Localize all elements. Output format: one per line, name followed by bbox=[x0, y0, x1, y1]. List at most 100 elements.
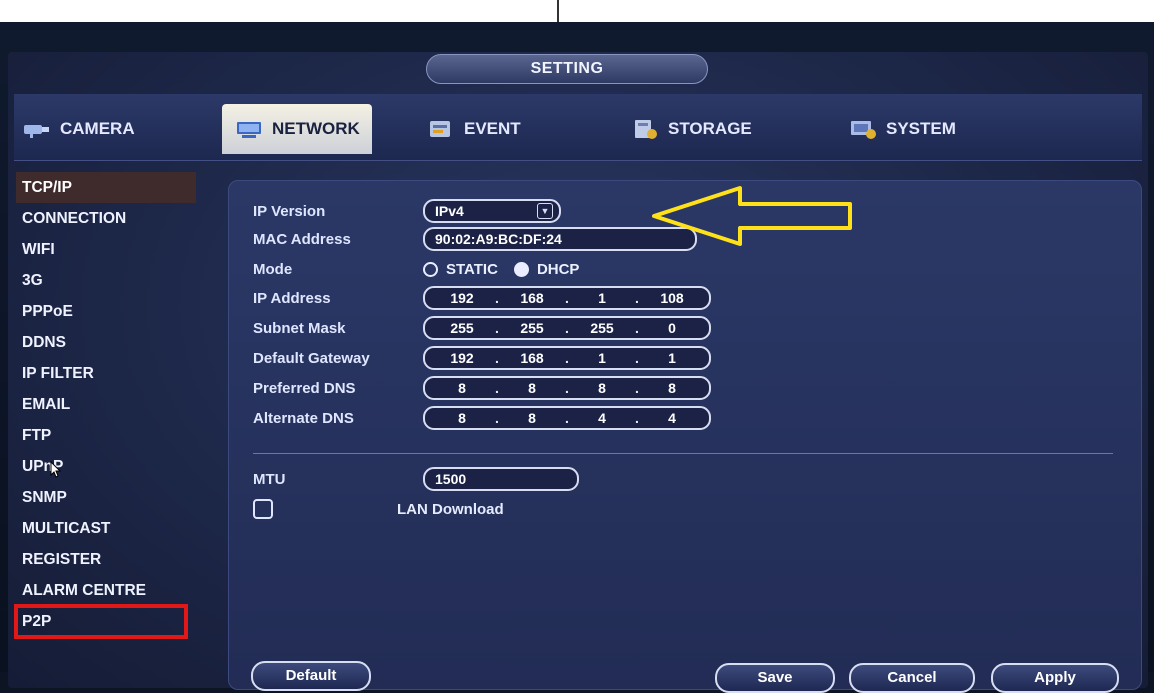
tab-network[interactable]: NETWORK bbox=[222, 104, 372, 154]
ip-octet: 1 bbox=[598, 290, 606, 306]
ip-octet: 255 bbox=[590, 320, 614, 336]
octet-dot: . bbox=[565, 380, 569, 396]
octet-dot: . bbox=[565, 410, 569, 426]
network-icon bbox=[234, 118, 264, 140]
save-button[interactable]: Save bbox=[715, 663, 835, 693]
ip-octet: 4 bbox=[598, 410, 606, 426]
sidebar-item-p2p[interactable]: P2P bbox=[14, 604, 188, 639]
alternate-dns-field[interactable]: 8. 8. 4. 4 bbox=[423, 406, 711, 430]
mac-address-row: MAC Address 90:02:A9:BC:DF:24 bbox=[253, 227, 697, 251]
octet-dot: . bbox=[635, 350, 639, 366]
default-gateway-label: Default Gateway bbox=[253, 349, 370, 367]
sidebar-item-pppoe[interactable]: PPPoE bbox=[16, 296, 196, 327]
ip-version-label: IP Version bbox=[253, 202, 326, 220]
subnet-mask-label: Subnet Mask bbox=[253, 319, 346, 337]
sidebar-item-email[interactable]: EMAIL bbox=[16, 389, 196, 420]
monitor-bezel: SETTING CAMERA NETWORK EVENT STORAGE SYS… bbox=[0, 22, 1154, 693]
ip-octet: 1 bbox=[668, 350, 676, 366]
alternate-dns-row: Alternate DNS 8. 8. 4. 4 bbox=[253, 406, 711, 430]
tab-network-label: NETWORK bbox=[272, 119, 360, 138]
mode-radio-group: STATIC DHCP bbox=[423, 261, 595, 278]
lan-download-label: LAN Download bbox=[397, 500, 504, 518]
sidebar-item-ddns[interactable]: DDNS bbox=[16, 327, 196, 358]
mode-static-option[interactable]: STATIC bbox=[423, 261, 498, 278]
sidebar-item-upnp[interactable]: UPnP bbox=[16, 451, 196, 482]
section-divider bbox=[253, 453, 1113, 454]
sidebar-item-multicast[interactable]: MULTICAST bbox=[16, 513, 196, 544]
tab-storage-label: STORAGE bbox=[668, 119, 752, 138]
static-radio[interactable] bbox=[423, 261, 438, 277]
camera-icon bbox=[22, 118, 52, 140]
octet-dot: . bbox=[495, 290, 499, 306]
mac-address-label: MAC Address bbox=[253, 230, 351, 248]
lan-download-row: LAN Download bbox=[253, 497, 504, 521]
default-gateway-row: Default Gateway 192. 168. 1. 1 bbox=[253, 346, 711, 370]
alternate-dns-label: Alternate DNS bbox=[253, 409, 354, 427]
ip-version-select[interactable]: IPv4 ▼ bbox=[423, 199, 561, 223]
ip-address-label: IP Address bbox=[253, 289, 331, 307]
sidebar-item-alarm-centre[interactable]: ALARM CENTRE bbox=[16, 575, 196, 606]
preferred-dns-row: Preferred DNS 8. 8. 8. 8 bbox=[253, 376, 711, 400]
ip-octet: 168 bbox=[520, 350, 544, 366]
sidebar-item-ftp[interactable]: FTP bbox=[16, 420, 196, 451]
ip-octet: 8 bbox=[598, 380, 606, 396]
ip-octet: 8 bbox=[528, 380, 536, 396]
ip-octet: 0 bbox=[668, 320, 676, 336]
dhcp-radio[interactable] bbox=[513, 261, 529, 277]
ip-octet: 8 bbox=[458, 380, 466, 396]
tab-system-label: SYSTEM bbox=[886, 119, 956, 138]
ip-version-row: IP Version IPv4 ▼ bbox=[253, 199, 561, 223]
event-icon bbox=[426, 118, 456, 140]
ip-octet: 192 bbox=[450, 350, 474, 366]
default-gateway-field[interactable]: 192. 168. 1. 1 bbox=[423, 346, 711, 370]
tab-camera[interactable]: CAMERA bbox=[22, 104, 135, 154]
sidebar-item-connection[interactable]: CONNECTION bbox=[16, 203, 196, 234]
cancel-button[interactable]: Cancel bbox=[849, 663, 975, 693]
sidebar-item-3g[interactable]: 3G bbox=[16, 265, 196, 296]
ip-octet: 192 bbox=[450, 290, 474, 306]
ip-octet: 8 bbox=[668, 380, 676, 396]
ip-address-field[interactable]: 192. 168. 1. 108 bbox=[423, 286, 711, 310]
mouse-cursor-icon bbox=[50, 461, 62, 478]
ip-octet: 108 bbox=[660, 290, 684, 306]
preferred-dns-field[interactable]: 8. 8. 8. 8 bbox=[423, 376, 711, 400]
mtu-field[interactable]: 1500 bbox=[423, 467, 579, 491]
sidebar-item-wifi[interactable]: WIFI bbox=[16, 234, 196, 265]
tab-system[interactable]: SYSTEM bbox=[848, 104, 956, 154]
lan-download-checkbox[interactable] bbox=[253, 499, 273, 519]
tab-storage[interactable]: STORAGE bbox=[630, 104, 752, 154]
settings-screen: SETTING CAMERA NETWORK EVENT STORAGE SYS… bbox=[8, 52, 1148, 693]
tab-event[interactable]: EVENT bbox=[426, 104, 521, 154]
default-button[interactable]: Default bbox=[251, 661, 371, 691]
octet-dot: . bbox=[565, 290, 569, 306]
annotation-arrow-icon bbox=[652, 186, 852, 246]
subnet-mask-row: Subnet Mask 255. 255. 255. 0 bbox=[253, 316, 711, 340]
system-icon bbox=[848, 118, 878, 140]
sidebar-item-ip-filter[interactable]: IP FILTER bbox=[16, 358, 196, 389]
ip-address-row: IP Address 192. 168. 1. 108 bbox=[253, 286, 711, 310]
ip-octet: 4 bbox=[668, 410, 676, 426]
dhcp-label: DHCP bbox=[536, 260, 580, 278]
sidebar: TCP/IP CONNECTION WIFI 3G PPPoE DDNS IP … bbox=[14, 172, 196, 639]
octet-dot: . bbox=[565, 320, 569, 336]
mtu-label: MTU bbox=[253, 470, 286, 488]
tab-bar: CAMERA NETWORK EVENT STORAGE SYSTEM bbox=[14, 94, 1142, 161]
octet-dot: . bbox=[635, 290, 639, 306]
octet-dot: . bbox=[495, 410, 499, 426]
chevron-down-icon[interactable]: ▼ bbox=[537, 203, 553, 219]
preferred-dns-label: Preferred DNS bbox=[253, 379, 356, 397]
tab-event-label: EVENT bbox=[464, 119, 521, 138]
ip-octet: 8 bbox=[458, 410, 466, 426]
ip-octet: 1 bbox=[598, 350, 606, 366]
subnet-mask-field[interactable]: 255. 255. 255. 0 bbox=[423, 316, 711, 340]
ip-octet: 255 bbox=[520, 320, 544, 336]
static-label: STATIC bbox=[446, 260, 498, 278]
sidebar-item-snmp[interactable]: SNMP bbox=[16, 482, 196, 513]
apply-button[interactable]: Apply bbox=[991, 663, 1119, 693]
ip-octet: 168 bbox=[520, 290, 544, 306]
window-title: SETTING bbox=[426, 54, 708, 84]
ip-version-value: IPv4 bbox=[435, 203, 464, 219]
sidebar-item-register[interactable]: REGISTER bbox=[16, 544, 196, 575]
mode-dhcp-option[interactable]: DHCP bbox=[513, 260, 580, 278]
sidebar-item-tcpip[interactable]: TCP/IP bbox=[16, 172, 196, 203]
